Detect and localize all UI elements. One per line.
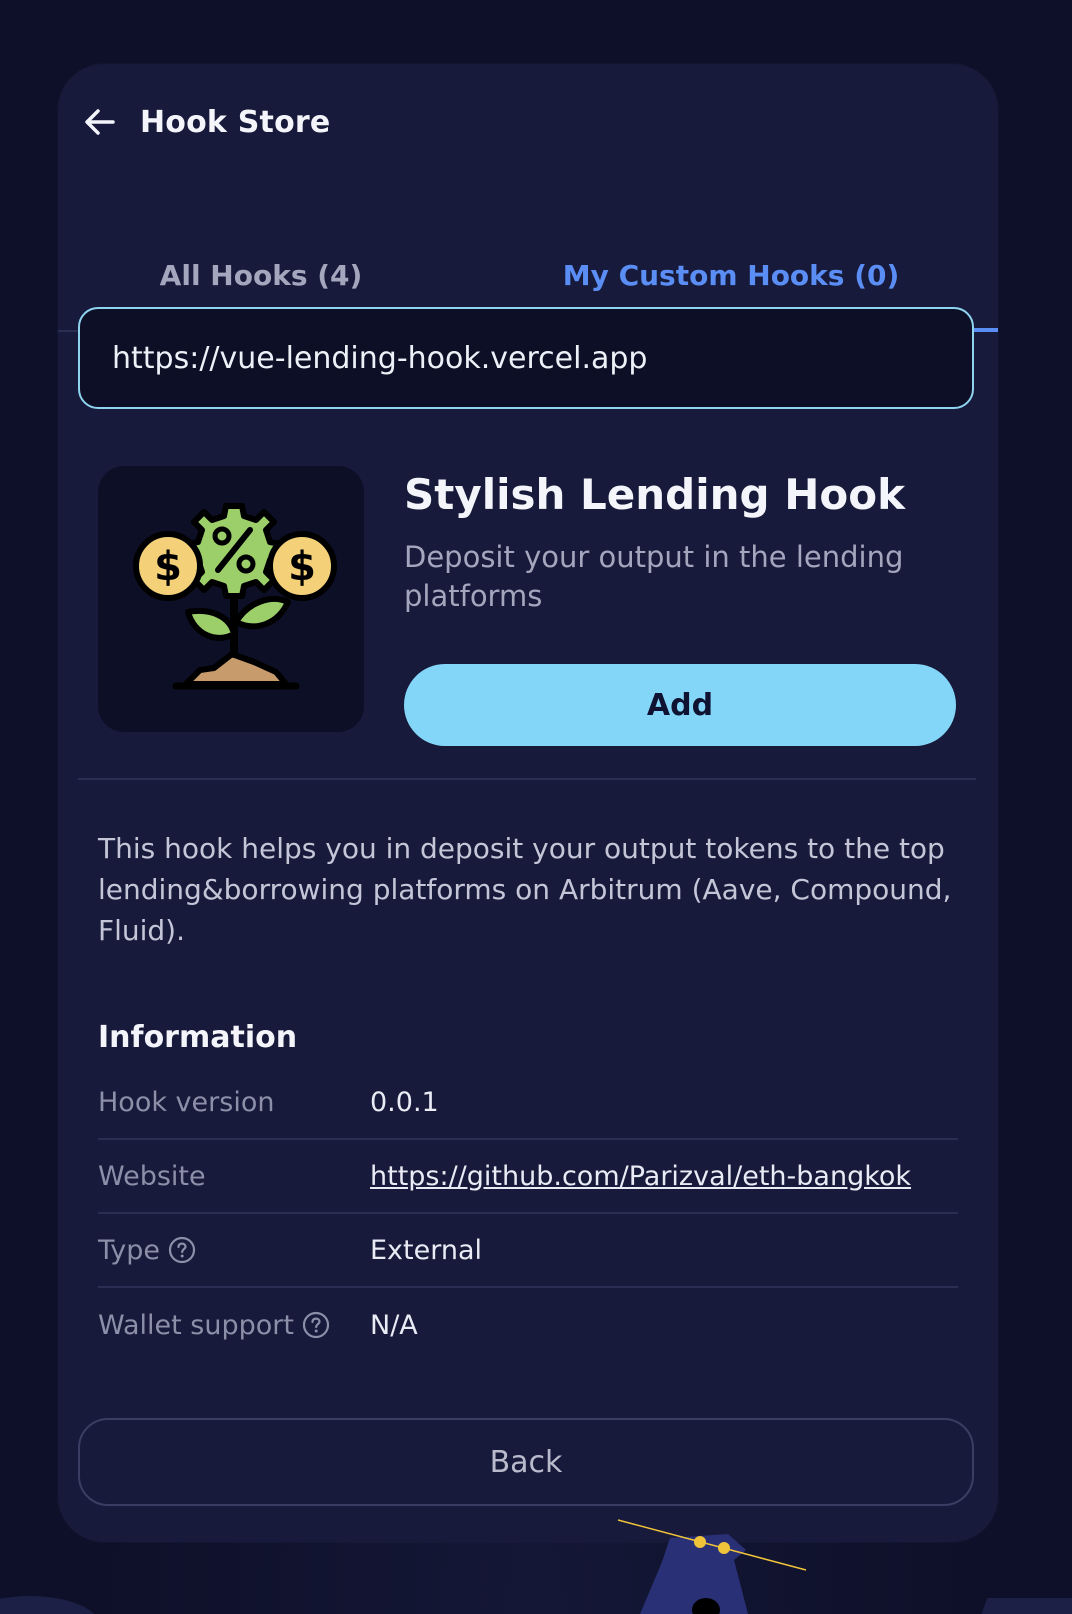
info-row-website: Website https://github.com/Parizval/eth-… (98, 1140, 958, 1214)
info-row-hook-version: Hook version 0.0.1 (98, 1066, 958, 1140)
info-label-text: Type (98, 1234, 161, 1266)
hook-subtitle: Deposit your output in the lending platf… (404, 540, 904, 613)
tab-all-hooks-label: All Hooks (4) (159, 258, 363, 292)
info-label-text: Website (98, 1160, 206, 1192)
decorative-shape (0, 1596, 100, 1614)
information-table: Hook version 0.0.1 Website https://githu… (98, 1066, 958, 1362)
arrow-left-icon[interactable] (82, 104, 118, 140)
hook-title: Stylish Lending Hook (404, 470, 906, 519)
money-plant-icon: $ $ (98, 466, 364, 732)
back-button[interactable]: Back (78, 1418, 974, 1506)
svg-text:$: $ (154, 544, 182, 590)
info-value-website: https://github.com/Parizval/eth-bangkok (370, 1161, 911, 1192)
info-label: Hook version (98, 1087, 370, 1118)
page-title: Hook Store (140, 104, 331, 140)
info-label: Website (98, 1161, 370, 1192)
hook-description: This hook helps you in deposit your outp… (98, 832, 952, 947)
hook-card: $ $ Stylish Lending Hook Deposit your ou… (98, 466, 958, 766)
hook-url-input[interactable] (78, 307, 974, 409)
info-label: Type (98, 1235, 370, 1266)
info-label: Wallet support (98, 1310, 370, 1341)
decorative-shape (972, 1598, 1072, 1614)
info-value-hook-version: 0.0.1 (370, 1086, 439, 1118)
tab-my-custom-hooks-label: My Custom Hooks (0) (562, 258, 900, 292)
add-hook-button[interactable]: Add (404, 664, 956, 746)
header: Hook Store (82, 92, 330, 152)
help-circle-icon[interactable] (168, 1236, 196, 1264)
hook-store-panel: Hook Store All Hooks (4) My Custom Hooks… (58, 64, 998, 1542)
info-label-text: Hook version (98, 1086, 275, 1118)
help-circle-icon[interactable] (302, 1311, 330, 1339)
information-heading: Information (98, 1020, 298, 1055)
info-row-type: Type External (98, 1214, 958, 1288)
mascot-illustration (617, 1519, 807, 1614)
section-divider (78, 778, 976, 780)
page-background: Hook Store All Hooks (4) My Custom Hooks… (0, 0, 1072, 1614)
info-row-wallet-support: Wallet support N/A (98, 1288, 958, 1362)
info-value-wallet-support: N/A (370, 1309, 418, 1341)
website-link[interactable]: https://github.com/Parizval/eth-bangkok (370, 1161, 911, 1192)
info-label-text: Wallet support (98, 1309, 294, 1341)
info-value-type: External (370, 1234, 483, 1266)
svg-text:$: $ (288, 544, 316, 590)
